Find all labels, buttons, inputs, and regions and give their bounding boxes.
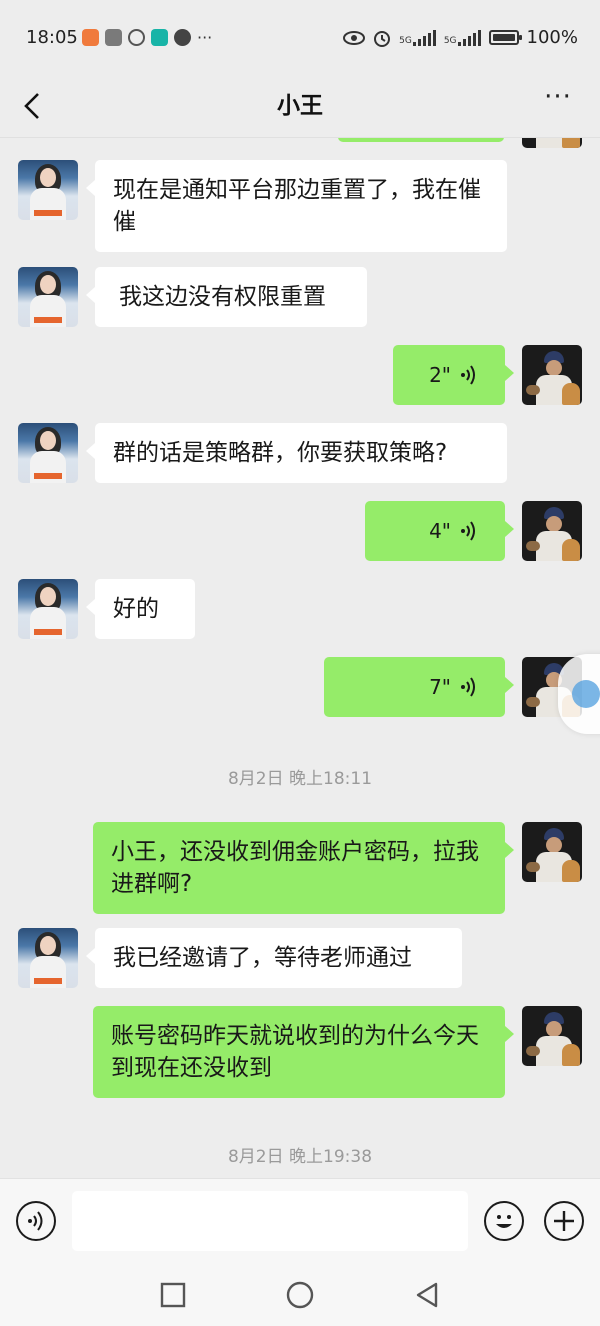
voice-message-outgoing[interactable]: 2" <box>393 345 514 405</box>
voice-wave-icon <box>461 677 475 697</box>
time-separator: 8月2日 晚上18:11 <box>227 769 373 789</box>
sina-icon <box>105 29 122 46</box>
more-options-button[interactable]: ··· <box>540 84 576 118</box>
time-separator: 8月2日 晚上19:38 <box>227 1147 373 1167</box>
eye-icon <box>343 30 366 45</box>
floating-assistant-button[interactable] <box>558 654 600 734</box>
my-avatar[interactable] <box>522 345 582 405</box>
voice-duration: 4" <box>429 519 451 543</box>
my-avatar[interactable] <box>522 501 582 561</box>
message-bubble-outgoing[interactable]: 账号密码昨天就说收到的为什么今天到现在还没收到 <box>93 1006 514 1098</box>
my-avatar[interactable] <box>522 1006 582 1066</box>
message-bubble-outgoing[interactable]: 小王，还没收到佣金账户密码，拉我进群啊? <box>93 822 514 914</box>
signal-icon: 5G <box>399 29 436 46</box>
plus-icon <box>554 1211 574 1231</box>
message-bubble-incoming[interactable]: 群的话是策略群，你要获取策略? <box>86 423 507 483</box>
voice-wave-icon <box>461 521 475 541</box>
voice-duration: 2" <box>429 363 451 387</box>
more-notifications-icon: ··· <box>197 28 213 47</box>
more-functions-button[interactable] <box>544 1201 584 1241</box>
title-bar: 小王 ··· <box>0 76 600 138</box>
boss-icon <box>151 29 168 46</box>
wechat-icon <box>128 29 145 46</box>
voice-message-outgoing[interactable]: 4" <box>365 501 514 561</box>
battery-percent: 100% <box>526 27 578 48</box>
signal-1-label: 5G <box>399 35 412 46</box>
voice-duration: 7" <box>429 675 451 699</box>
my-avatar[interactable] <box>522 138 582 148</box>
emoji-icon <box>496 1215 512 1228</box>
status-time: 18:05 <box>26 27 78 48</box>
contact-avatar[interactable] <box>18 928 78 988</box>
input-bar <box>0 1178 600 1264</box>
signal-2-icon: 5G <box>443 29 481 46</box>
emoji-button[interactable] <box>484 1201 524 1241</box>
battery-icon <box>488 30 522 45</box>
signal-2-label: 5G <box>443 35 457 46</box>
chat-title: 小王 <box>277 93 323 119</box>
circle-icon <box>286 1281 314 1309</box>
contact-avatar[interactable] <box>18 160 78 220</box>
square-icon <box>160 1282 186 1308</box>
message-bubble-incoming[interactable]: 好的 <box>86 579 195 639</box>
nav-back-button[interactable] <box>412 1280 442 1310</box>
my-avatar[interactable] <box>522 822 582 882</box>
message-icon <box>174 29 191 46</box>
alarm-icon <box>374 30 391 47</box>
status-bar: 18:05 ··· 5G 5G 100% <box>0 0 600 76</box>
message-bubble-incoming[interactable]: 我这边没有权限重置 <box>86 267 367 327</box>
message-bubble-incoming[interactable]: 现在是通知平台那边重置了，我在催催 <box>86 160 507 252</box>
home-button[interactable] <box>285 1280 315 1310</box>
contact-avatar[interactable] <box>18 579 78 639</box>
message-bubble-incoming[interactable]: 我已经邀请了，等待老师通过 <box>86 928 462 988</box>
status-right: 5G 5G 100% <box>343 27 578 48</box>
voice-icon <box>28 1211 43 1231</box>
chat-area[interactable]: 现在是通知平台那边重置了，我在催催 我这边没有权限重置 2" 群的话是策略群，你… <box>0 138 600 1178</box>
contact-avatar[interactable] <box>18 423 78 483</box>
voice-wave-icon <box>461 365 475 385</box>
previous-message-bubble[interactable] <box>338 138 504 142</box>
message-input[interactable] <box>72 1191 468 1251</box>
voice-message-outgoing[interactable]: 7" <box>324 657 514 717</box>
voice-input-button[interactable] <box>16 1201 56 1241</box>
weibo-icon <box>82 29 99 46</box>
status-app-icons: ··· <box>82 28 212 47</box>
system-nav-bar <box>0 1264 600 1326</box>
contact-avatar[interactable] <box>18 267 78 327</box>
triangle-back-icon <box>416 1282 438 1308</box>
recent-apps-button[interactable] <box>158 1280 188 1310</box>
